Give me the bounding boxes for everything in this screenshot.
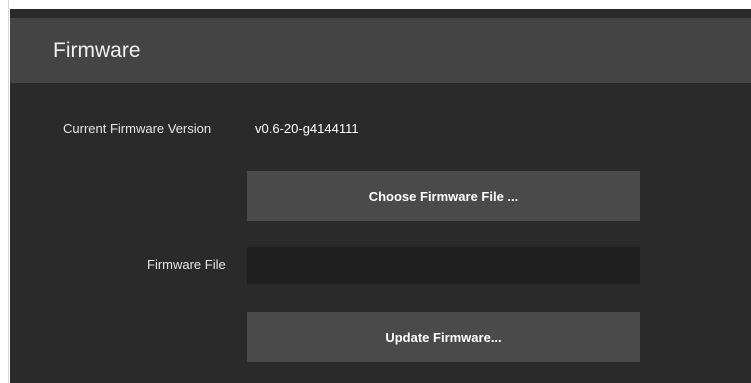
window: Firmware Current Firmware Version v0.6-2… xyxy=(0,0,751,383)
firmware-file-field[interactable] xyxy=(247,247,640,284)
choose-firmware-file-button[interactable]: Choose Firmware File ... xyxy=(247,171,640,221)
firmware-file-label: Firmware File xyxy=(147,257,226,272)
current-version-value: v0.6-20-g4144111 xyxy=(255,121,359,136)
left-edge-divider xyxy=(0,0,9,383)
panel-title: Firmware xyxy=(53,39,141,62)
current-version-label: Current Firmware Version xyxy=(63,121,212,136)
update-firmware-button[interactable]: Update Firmware... xyxy=(247,312,640,362)
panel-header: Firmware xyxy=(10,18,751,83)
firmware-panel: Firmware Current Firmware Version v0.6-2… xyxy=(10,9,751,383)
